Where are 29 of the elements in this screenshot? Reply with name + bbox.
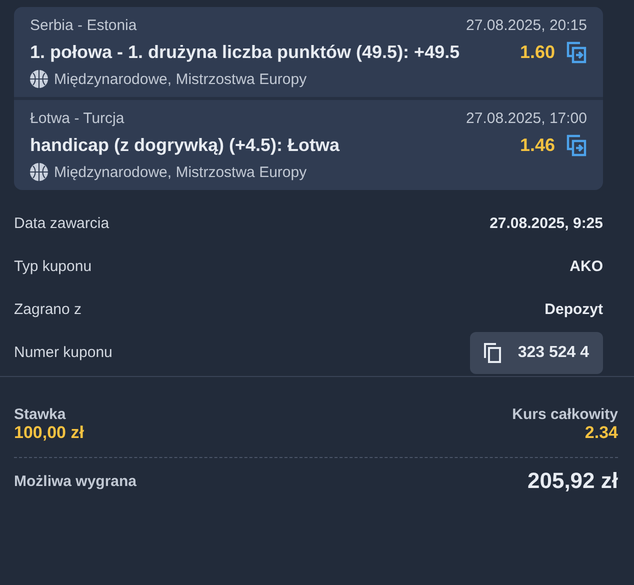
possible-win-value: 205,92 zł [527, 468, 618, 494]
total-odds-label: Kurs całkowity [512, 406, 618, 423]
swap-icon[interactable] [565, 133, 587, 157]
match-name: Serbia - Estonia [30, 17, 137, 34]
detail-label: Typ kuponu [14, 258, 92, 275]
possible-win-label: Możliwa wygrana [14, 472, 137, 490]
market-name: handicap (z dogrywką) (+4.5): Łotwa [30, 134, 341, 157]
detail-value: Depozyt [544, 301, 603, 318]
stake-label: Stawka [14, 406, 67, 423]
competition-name: Międzynarodowe, Mistrzostwa Europy [54, 164, 307, 180]
detail-label: Data zawarcia [14, 215, 110, 232]
detail-value: 27.08.2025, 9:25 [490, 215, 603, 232]
match-datetime: 27.08.2025, 20:15 [466, 17, 587, 34]
copy-icon [484, 342, 502, 362]
match-name: Łotwa - Turcja [30, 110, 124, 127]
match-datetime: 27.08.2025, 17:00 [466, 110, 587, 127]
market-name: 1. połowa - 1. drużyna liczba punktów (49.5): +49.5 [30, 41, 461, 64]
odds-value: 1.46 [520, 134, 555, 156]
copy-coupon-button[interactable]: 323 524 4 [470, 332, 603, 374]
basketball-icon [30, 163, 48, 181]
swap-icon[interactable] [565, 40, 587, 64]
odds-value: 1.60 [520, 42, 555, 62]
detail-label: Numer kuponu [14, 344, 112, 361]
detail-label: Zagrano z [14, 301, 82, 318]
stake-value: 100,00 zł [14, 423, 84, 443]
basketball-icon [30, 70, 48, 88]
total-odds-value: 2.34 [584, 423, 618, 443]
competition-name: Międzynarodowe, Mistrzostwa Europy [54, 70, 307, 88]
detail-value: AKO [570, 258, 603, 275]
